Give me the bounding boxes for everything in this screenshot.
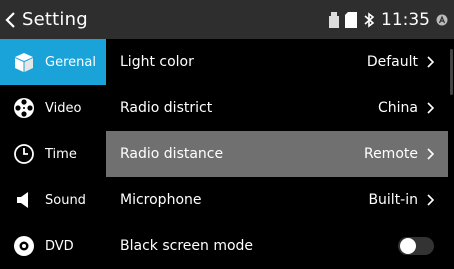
sd-card-icon [345,11,357,28]
sidebar-item-label: Time [45,146,77,162]
disc-icon [12,234,36,258]
setting-row-light-color[interactable]: Light color Default [106,39,448,85]
toggle-knob [400,238,416,254]
chevron-right-icon [427,194,434,206]
status-bar: Setting 11:35 [0,0,454,39]
status-icons: 11:35 [329,0,448,39]
setting-row-microphone[interactable]: Microphone Built-in [106,177,448,223]
setting-value: Built-in [368,192,418,208]
clock-time: 11:35 [381,9,430,30]
sidebar-item-label: DVD [45,238,74,254]
setting-row-black-screen-mode: Black screen mode [106,223,448,269]
chevron-right-icon [427,148,434,160]
setting-row-radio-distance[interactable]: Radio distance Remote [106,131,448,177]
sidebar-item-time[interactable]: Time [0,131,106,177]
sidebar-item-label: Sound [45,192,86,208]
cube-icon [12,50,36,74]
setting-value: Default [366,54,418,70]
chevron-right-icon [427,102,434,114]
sidebar-item-label: Gerenal [45,54,96,70]
setting-label: Black screen mode [120,238,254,254]
chevron-left-icon [5,11,15,28]
film-reel-icon [12,96,36,120]
chevron-right-icon [427,56,434,68]
black-screen-toggle[interactable] [398,237,434,255]
sidebar-item-video[interactable]: Video [0,85,106,131]
sidebar-item-dvd[interactable]: DVD [0,223,106,269]
usb-drive-icon [329,11,339,28]
setting-label: Light color [120,54,194,70]
setting-row-radio-district[interactable]: Radio district China [106,85,448,131]
sidebar-item-general[interactable]: Gerenal [0,39,106,85]
page-title: Setting [22,9,88,30]
bluetooth-icon [364,11,375,28]
sidebar-item-label: Video [45,100,82,116]
speaker-icon [12,188,36,212]
back-button[interactable]: Setting [0,0,88,39]
scrollbar-thumb[interactable] [450,49,453,95]
sidebar: Gerenal Video Time Sound DVD [0,39,106,268]
setting-label: Radio distance [120,146,224,162]
setting-value: Remote [363,146,418,162]
clock-icon [12,142,36,166]
setting-label: Microphone [120,192,202,208]
sidebar-item-sound[interactable]: Sound [0,177,106,223]
setting-value: China [378,100,418,116]
setting-label: Radio district [120,100,213,116]
a-badge-icon [436,14,448,25]
settings-list: Light color Default Radio district China… [106,39,448,268]
